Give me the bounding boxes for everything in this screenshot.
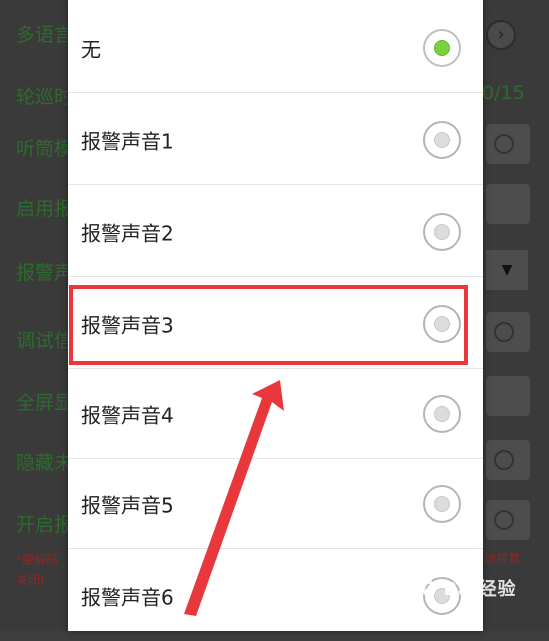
watermark: ✿ Bai经验	[420, 575, 516, 601]
annotation-arrow-icon	[184, 380, 284, 616]
paw-icon: ✿	[420, 576, 440, 601]
watermark-text: Bai经验	[443, 579, 517, 600]
